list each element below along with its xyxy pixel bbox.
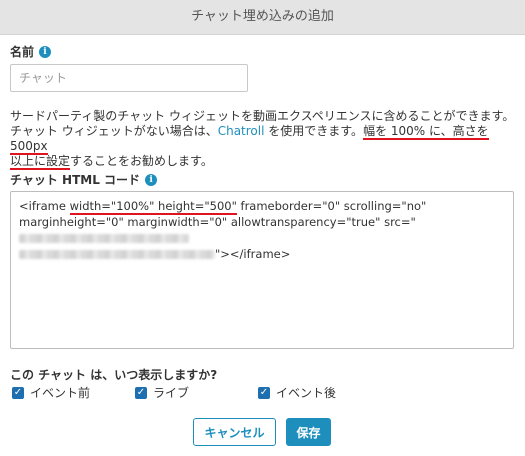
checkbox-checked-icon[interactable]: ✓ <box>258 386 270 399</box>
name-input[interactable] <box>10 64 248 92</box>
code-prefix: <iframe <box>19 199 70 213</box>
checkbox-checked-icon[interactable]: ✓ <box>12 386 24 399</box>
name-label-row: 名前 i <box>10 43 52 60</box>
checkbox-label: イベント後 <box>276 386 337 400</box>
checkbox-checked-icon[interactable]: ✓ <box>135 386 147 399</box>
description-text: サードパーティ製のチャット ウィジェットを動画エクスペリエンスに含めることができ… <box>10 109 515 170</box>
checkbox-label: ライブ <box>153 386 190 400</box>
checkbox-before-event[interactable]: ✓ イベント前 <box>12 384 90 401</box>
code-suffix: "></iframe> <box>215 247 291 261</box>
display-options: ✓ イベント前 ✓ ライブ ✓ イベント後 <box>0 384 525 400</box>
description-part3: することをお勧めします。 <box>70 154 213 168</box>
description-part2: を使用できます。 <box>264 124 364 138</box>
display-when-label: この チャット は、いつ表示しますか? <box>10 368 218 382</box>
chatroll-link[interactable]: Chatroll <box>218 124 265 138</box>
info-icon[interactable]: i <box>39 45 52 58</box>
checkbox-label: イベント前 <box>30 386 91 400</box>
cancel-button[interactable]: キャンセル <box>193 418 276 446</box>
name-label: 名前 <box>10 45 35 59</box>
code-label: チャット HTML コード <box>10 173 141 187</box>
description-highlight-setting: 以上に設定 <box>10 154 71 170</box>
save-button[interactable]: 保存 <box>286 418 331 446</box>
dialog-title: チャット埋め込みの追加 <box>0 0 525 35</box>
code-size-attributes: width="100%" height="500" <box>69 199 237 215</box>
redacted-url <box>19 234 189 243</box>
redacted-url <box>19 250 215 259</box>
checkbox-after-event[interactable]: ✓ イベント後 <box>258 384 336 401</box>
checkbox-live[interactable]: ✓ ライブ <box>135 384 189 401</box>
code-label-row: チャット HTML コード i <box>10 171 158 188</box>
chat-html-code-textarea[interactable]: <iframe width="100%" height="500" frameb… <box>10 191 514 349</box>
info-icon[interactable]: i <box>145 173 158 186</box>
